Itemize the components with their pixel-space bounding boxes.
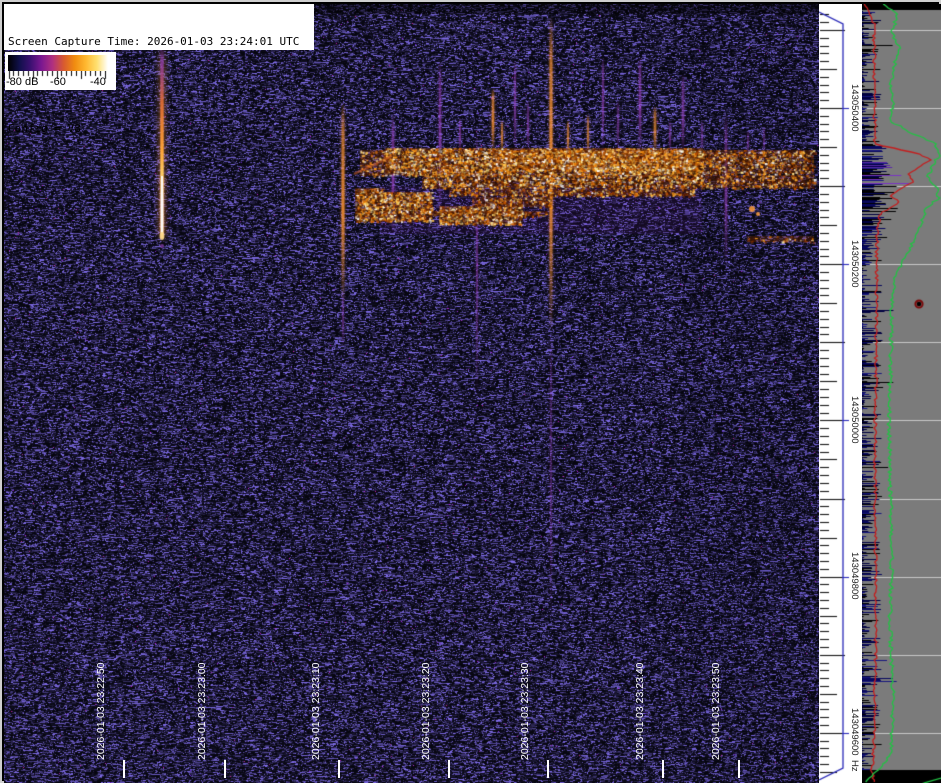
legend-label-mid: -60	[50, 76, 66, 88]
frequency-axis-label: 143049600	[849, 708, 860, 756]
legend-label-max: -40	[90, 76, 106, 88]
spectrum-side-panel[interactable]	[862, 4, 941, 783]
frequency-axis-label: 143050400	[849, 84, 860, 132]
frequency-axis-label: 143050000	[849, 396, 860, 444]
capture-time-text: Screen Capture Time: 2026-01-03 23:24:01…	[8, 35, 314, 50]
frequency-axis-label: 143049800	[849, 552, 860, 600]
spectrum-lab-window: Screen Capture Time: 2026-01-03 23:24:01…	[0, 0, 941, 783]
color-scale-gradient	[8, 55, 108, 71]
screenshot-root: { "header": { "line1": "Screen Capture T…	[0, 0, 941, 783]
capture-info-panel: Screen Capture Time: 2026-01-03 23:24:01…	[4, 4, 314, 50]
frequency-axis-label: 143050200	[849, 240, 860, 288]
color-scale-legend: -80 dB -60 -40	[5, 52, 116, 90]
frequency-ruler[interactable]: 143050400 143050200 143050000 143049800 1430…	[819, 4, 862, 783]
spectrum-panel-canvas[interactable]	[862, 4, 941, 783]
waterfall-display[interactable]: Screen Capture Time: 2026-01-03 23:24:01…	[4, 4, 819, 783]
capture-config-text: Config = V8	[8, 122, 314, 137]
legend-label-min: -80 dB	[6, 76, 38, 88]
frequency-unit-label: Hz	[849, 760, 860, 772]
